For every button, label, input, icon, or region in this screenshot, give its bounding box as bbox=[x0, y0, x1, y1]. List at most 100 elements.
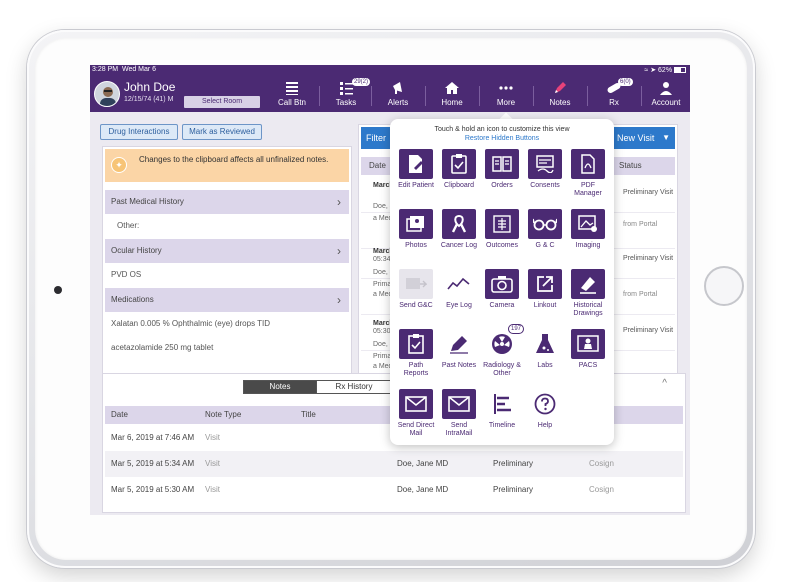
tile-outcomes[interactable]: Outcomes bbox=[482, 209, 522, 250]
clipboard-row: Xalatan 0.005 % Ophthalmic (eye) drops T… bbox=[111, 319, 271, 328]
patient-demographics: 12/15/74 (41) M bbox=[124, 96, 174, 103]
mark-as-reviewed-button[interactable]: Mark as Reviewed bbox=[182, 124, 262, 140]
collapse-chevron-icon[interactable]: ^ bbox=[662, 378, 667, 389]
nav-call-btn[interactable]: Call Btn bbox=[270, 79, 314, 111]
nav-account[interactable]: Account bbox=[644, 79, 688, 111]
tile-eye-log[interactable]: Eye Log bbox=[439, 269, 479, 310]
front-camera bbox=[54, 286, 62, 294]
note-row[interactable]: Mar 5, 2019 at 5:34 AM Visit Doe, Jane M… bbox=[105, 451, 683, 477]
ribbon-icon bbox=[442, 209, 476, 239]
nav-divider bbox=[479, 86, 480, 106]
nav-divider bbox=[371, 86, 372, 106]
tile-photos[interactable]: Photos bbox=[396, 209, 436, 250]
note-date: Mar 5, 2019 at 5:34 AM bbox=[111, 459, 195, 468]
tile-label: Edit Patient bbox=[398, 182, 434, 189]
tile-path-reports[interactable]: Path Reports bbox=[396, 329, 436, 378]
tile-label: Radiology & Other bbox=[483, 362, 521, 377]
visit-status: Preliminary Visit bbox=[623, 327, 674, 334]
tile-send-gc[interactable]: Send G&C bbox=[396, 269, 436, 310]
note-type: Visit bbox=[205, 459, 220, 468]
pacs-icon bbox=[571, 329, 605, 359]
drawing-icon bbox=[571, 269, 605, 299]
tile-label: Clipboard bbox=[444, 182, 474, 189]
imaging-icon bbox=[571, 209, 605, 239]
chevron-right-icon: › bbox=[337, 195, 341, 209]
battery-icon bbox=[674, 67, 686, 74]
chevron-right-icon: › bbox=[337, 244, 341, 258]
cosign-button[interactable]: Cosign bbox=[589, 451, 614, 477]
cosign-button[interactable]: Cosign bbox=[589, 477, 614, 503]
timeline-icon bbox=[485, 389, 519, 419]
more-dots-icon bbox=[499, 86, 513, 90]
tile-historical-drawings[interactable]: Historical Drawings bbox=[568, 269, 608, 318]
nav-more[interactable]: More bbox=[484, 79, 528, 111]
restore-hidden-buttons-link[interactable]: Restore Hidden Buttons bbox=[390, 135, 614, 142]
tile-label: Send G&C bbox=[399, 302, 433, 309]
eye-log-icon bbox=[442, 269, 476, 299]
note-row[interactable]: Mar 5, 2019 at 5:30 AM Visit Doe, Jane M… bbox=[105, 477, 683, 503]
tile-edit-patient[interactable]: Edit Patient bbox=[396, 149, 436, 190]
tab-rx-history[interactable]: Rx History bbox=[316, 380, 392, 394]
tile-label: PACS bbox=[578, 362, 598, 369]
nav-label: Home bbox=[441, 98, 463, 107]
battery-level: 62% bbox=[658, 67, 673, 74]
drug-interactions-button[interactable]: Drug Interactions bbox=[100, 124, 178, 140]
path-report-icon bbox=[399, 329, 433, 359]
col-note-type: Note Type bbox=[205, 410, 242, 419]
nav-rx[interactable]: 6(0) Rx bbox=[592, 78, 636, 111]
tile-pacs[interactable]: PACS bbox=[568, 329, 608, 370]
tile-send-intramail[interactable]: Send IntraMail bbox=[439, 389, 479, 438]
tile-pdf-manager[interactable]: PDF Manager bbox=[568, 149, 608, 198]
photos-icon bbox=[399, 209, 433, 239]
app-header: John Doe 12/15/74 (41) M Select Room Cal… bbox=[90, 76, 690, 112]
tile-imaging[interactable]: Imaging bbox=[568, 209, 608, 250]
tile-camera[interactable]: Camera bbox=[482, 269, 522, 310]
tile-label: Timeline bbox=[488, 422, 516, 429]
tile-clipboard[interactable]: Clipboard bbox=[439, 149, 479, 190]
tile-g-and-c[interactable]: G & C bbox=[525, 209, 565, 250]
nav-notes[interactable]: Notes bbox=[538, 79, 582, 111]
status-bar: 3:28 PM Wed Mar 6 ≈ ➤ 62% bbox=[90, 65, 690, 76]
nav-alerts[interactable]: Alerts bbox=[376, 79, 420, 111]
tile-label: Help bbox=[537, 422, 553, 429]
select-room-button[interactable]: Select Room bbox=[184, 96, 260, 108]
tile-label: Outcomes bbox=[486, 242, 518, 249]
tile-label: Orders bbox=[491, 182, 513, 189]
labs-icon bbox=[528, 329, 562, 359]
patient-name[interactable]: John Doe bbox=[124, 80, 175, 94]
tile-label: Imaging bbox=[575, 242, 601, 249]
mail-icon bbox=[442, 389, 476, 419]
tile-label: Send IntraMail bbox=[445, 422, 473, 437]
tile-label: Historical Drawings bbox=[573, 302, 603, 317]
patient-avatar[interactable] bbox=[94, 81, 120, 107]
tile-label: Eye Log bbox=[446, 302, 472, 309]
tile-labs[interactable]: Labs bbox=[525, 329, 565, 370]
section-past-medical-history[interactable]: Past Medical History › bbox=[105, 190, 349, 214]
section-medications[interactable]: Medications › bbox=[105, 288, 349, 312]
col-date: Date bbox=[111, 410, 128, 419]
tile-orders[interactable]: Orders bbox=[482, 149, 522, 190]
tile-consents[interactable]: Consents bbox=[525, 149, 565, 190]
note-provider: Doe, Jane MD bbox=[397, 485, 449, 494]
visit-status: from Portal bbox=[623, 221, 658, 228]
clipboard-icon bbox=[442, 149, 476, 179]
tile-help[interactable]: Help bbox=[525, 389, 565, 430]
linkout-icon bbox=[528, 269, 562, 299]
glasses-icon bbox=[528, 209, 562, 239]
nav-home[interactable]: Home bbox=[430, 79, 474, 111]
tile-cancer-log[interactable]: Cancer Log bbox=[439, 209, 479, 250]
home-icon bbox=[445, 82, 459, 94]
nav-tasks[interactable]: 29(2) Tasks bbox=[324, 78, 371, 111]
note-date: Mar 5, 2019 at 5:30 AM bbox=[111, 485, 195, 494]
tile-linkout[interactable]: Linkout bbox=[525, 269, 565, 310]
home-hardware-button[interactable] bbox=[704, 266, 744, 306]
tab-notes[interactable]: Notes bbox=[243, 380, 317, 394]
tile-label: Camera bbox=[489, 302, 515, 309]
tile-radiology[interactable]: 197 Radiology & Other bbox=[482, 324, 524, 378]
tile-past-notes[interactable]: Past Notes bbox=[439, 329, 479, 370]
caret-down-icon: ▼ bbox=[662, 133, 670, 142]
tile-timeline[interactable]: Timeline bbox=[482, 389, 522, 430]
note-date: Mar 6, 2019 at 7:46 AM bbox=[111, 433, 195, 442]
section-ocular-history[interactable]: Ocular History › bbox=[105, 239, 349, 263]
tile-send-direct-mail[interactable]: Send Direct Mail bbox=[396, 389, 436, 438]
